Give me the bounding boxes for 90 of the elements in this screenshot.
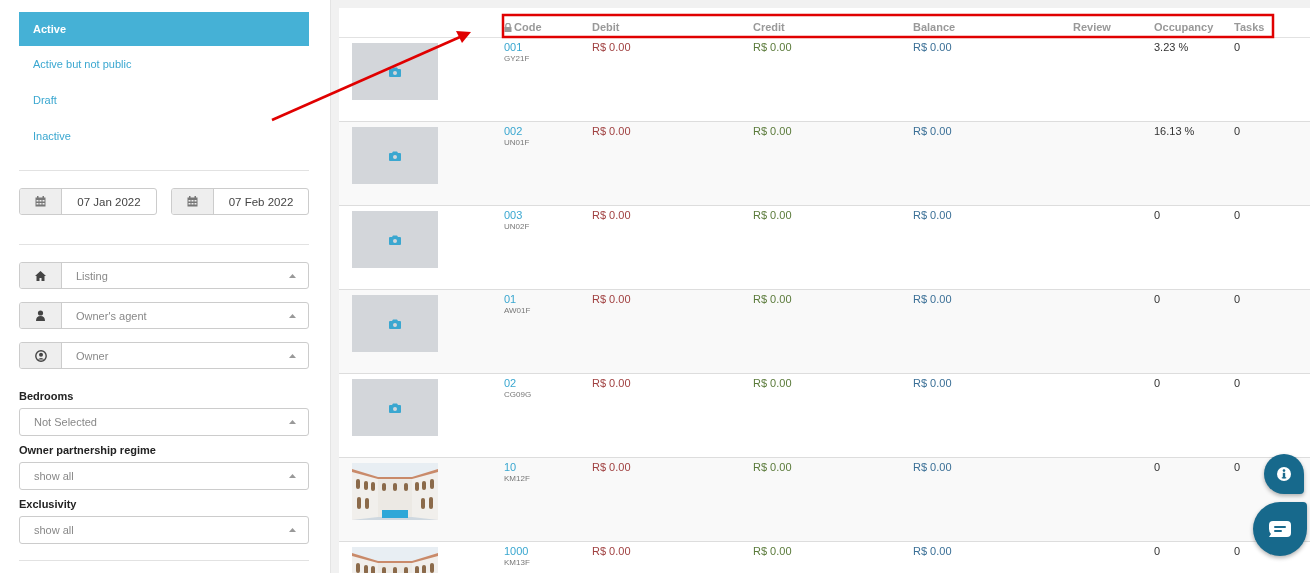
table-cell-text: R$ 0.00	[753, 376, 792, 389]
column-header[interactable]: Debit	[592, 21, 620, 37]
camera-icon	[389, 66, 401, 77]
status-tab[interactable]: Inactive	[19, 118, 309, 154]
caret-icon	[289, 353, 296, 358]
camera-icon	[389, 318, 401, 329]
column-header[interactable]: Occupancy	[1154, 21, 1214, 37]
filter-label: Owner partnership regime	[19, 444, 157, 456]
column-header[interactable]: Credit	[753, 21, 785, 37]
table-cell-text: R$ 0.00	[592, 292, 631, 305]
date-field[interactable]: 07 Jan 2022	[19, 188, 157, 215]
select-field[interactable]: Not Selected	[19, 408, 309, 436]
column-header[interactable]: Code	[504, 21, 542, 37]
unit-label: CG09G	[504, 390, 532, 399]
chat-icon	[1269, 521, 1291, 537]
table-cell-text: R$ 0.00	[913, 460, 952, 473]
table-cell-text: R$ 0.00	[913, 544, 952, 557]
unit-label: KM12F	[504, 474, 530, 483]
select-field[interactable]: Owner's agent	[19, 302, 309, 329]
table-cell-text: 0	[1234, 292, 1241, 305]
status-tab[interactable]: Active	[19, 12, 309, 46]
date-field[interactable]: 07 Feb 2022	[171, 188, 309, 215]
table-cell-text: 0	[1234, 460, 1241, 473]
table-cell-text: R$ 0.00	[592, 544, 631, 557]
unit-code-link[interactable]: 1000	[504, 545, 529, 557]
table-cell-text: R$ 0.00	[753, 292, 792, 305]
info-icon	[1277, 467, 1291, 481]
table-cell-text: R$ 0.00	[913, 376, 952, 389]
column-header[interactable]: Balance	[913, 21, 956, 37]
table-cell-text: 0	[1234, 208, 1241, 221]
unit-code-link[interactable]: 002	[504, 125, 523, 137]
unit-label: UN02F	[504, 222, 530, 231]
calendar-icon	[187, 196, 198, 207]
status-tab[interactable]: Active but not public	[19, 46, 309, 82]
table-cell-text: 0	[1154, 544, 1161, 557]
table-cell-text: 0	[1234, 40, 1241, 53]
select-field[interactable]: Listing	[19, 262, 309, 289]
unit-code-link[interactable]: 001	[504, 41, 523, 53]
filter-label: Exclusivity	[19, 498, 78, 510]
table-cell-text: R$ 0.00	[753, 124, 792, 137]
unit-code-link[interactable]: 02	[504, 377, 517, 389]
table-cell-text: R$ 0.00	[753, 208, 792, 221]
filter-label: Bedrooms	[19, 390, 75, 402]
unit-label: KM13F	[504, 558, 530, 567]
camera-icon	[389, 402, 401, 413]
unit-label: UN01F	[504, 138, 530, 147]
caret-icon	[289, 528, 296, 532]
lock-icon	[504, 22, 512, 32]
table-cell-text: 3.23 %	[1154, 40, 1189, 53]
unit-code-link[interactable]: 003	[504, 209, 523, 221]
column-header[interactable]: Tasks	[1234, 21, 1265, 37]
camera-icon	[389, 150, 401, 161]
table-cell-text: R$ 0.00	[753, 460, 792, 473]
table-cell-text: R$ 0.00	[753, 40, 792, 53]
caret-icon	[289, 420, 296, 424]
table-cell-text: R$ 0.00	[913, 124, 952, 137]
caret-icon	[289, 273, 296, 278]
table-cell-text: 0	[1234, 124, 1241, 137]
table-cell-text: 0	[1234, 544, 1241, 557]
table-cell-text: R$ 0.00	[913, 40, 952, 53]
table-cell-text: 0	[1154, 460, 1161, 473]
table-cell-text: R$ 0.00	[913, 292, 952, 305]
table-cell-text: R$ 0.00	[592, 376, 631, 389]
column-header[interactable]: Review	[1073, 21, 1111, 37]
table-cell-text: R$ 0.00	[592, 208, 631, 221]
calendar-icon	[35, 196, 46, 207]
select-field[interactable]: Owner	[19, 342, 309, 369]
table-cell-text: 0	[1154, 208, 1161, 221]
caret-icon	[289, 474, 296, 478]
user-icon	[36, 310, 45, 321]
table-cell-text: 0	[1154, 376, 1161, 389]
table-cell-text: R$ 0.00	[592, 460, 631, 473]
unit-label: GY21F	[504, 54, 530, 63]
unit-label: AW01F	[504, 306, 531, 315]
table-cell-text: R$ 0.00	[592, 124, 631, 137]
home-icon	[35, 270, 46, 281]
user-circle-icon	[34, 349, 47, 362]
table-cell-text: 0	[1154, 292, 1161, 305]
table-cell-text: 16.13 %	[1154, 124, 1195, 137]
select-field[interactable]: show all	[19, 462, 309, 490]
unit-code-link[interactable]: 10	[504, 461, 517, 473]
camera-icon	[389, 234, 401, 245]
table-cell-text: 0	[1234, 376, 1241, 389]
status-tab[interactable]: Draft	[19, 82, 309, 118]
table-cell-text: R$ 0.00	[753, 544, 792, 557]
select-field[interactable]: show all	[19, 516, 309, 544]
caret-icon	[289, 313, 296, 318]
unit-code-link[interactable]: 01	[504, 293, 517, 305]
table-cell-text: R$ 0.00	[913, 208, 952, 221]
table-cell-text: R$ 0.00	[592, 40, 631, 53]
